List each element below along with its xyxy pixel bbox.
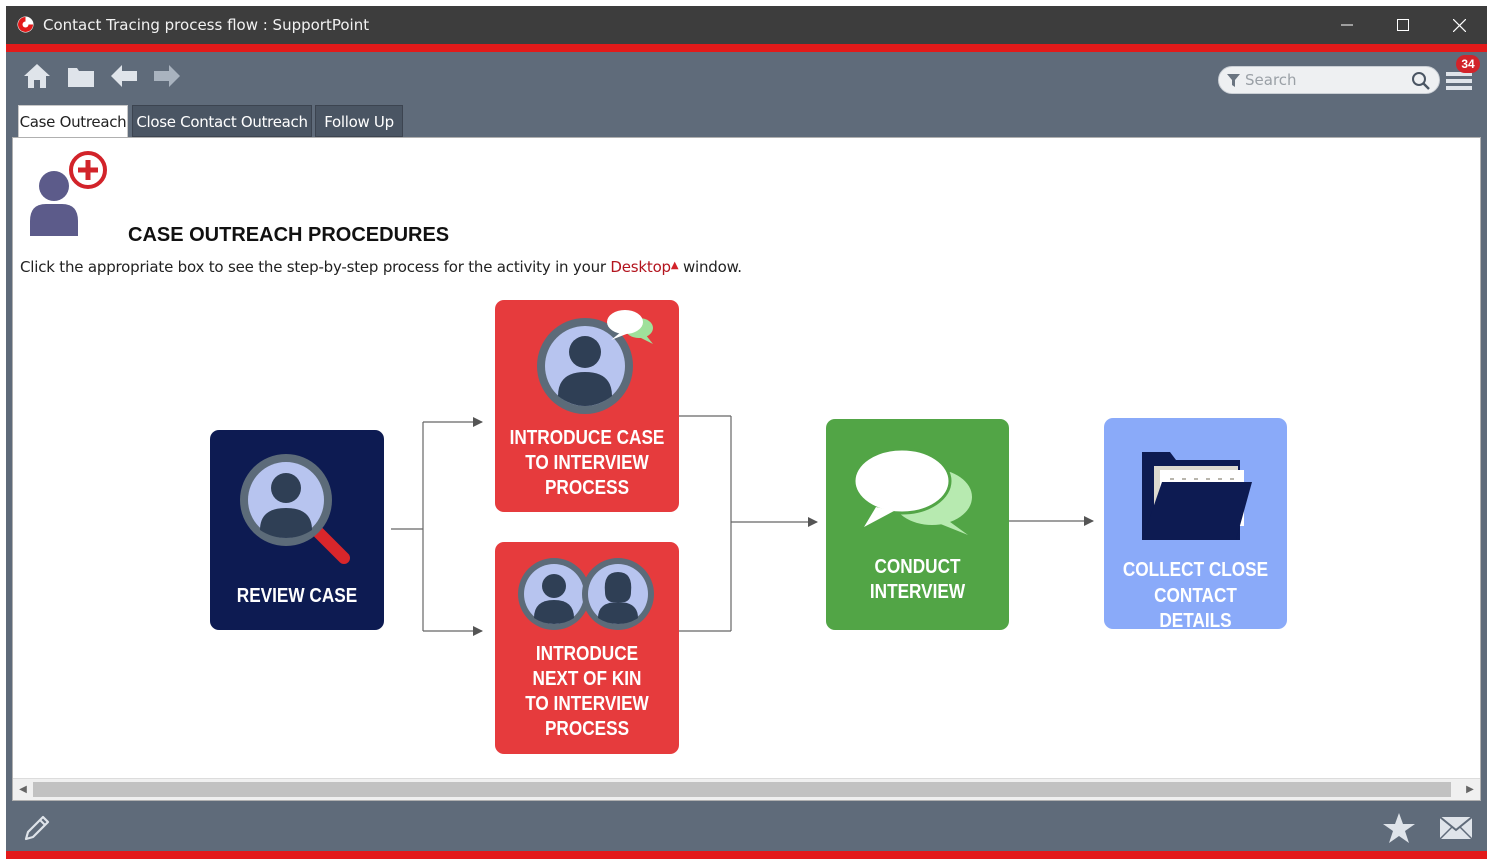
pencil-icon[interactable] [22, 813, 52, 843]
forward-arrow-icon[interactable] [152, 61, 182, 91]
mail-icon[interactable] [1439, 816, 1473, 840]
review-case-label: REVIEW CASE [236, 585, 358, 607]
content-panel: CASE OUTREACH PROCEDURES Click the appro… [12, 137, 1481, 801]
scroll-right-icon[interactable]: ▶ [1462, 781, 1478, 798]
introduce-case-label-line1: INTRODUCE CASE [509, 427, 665, 449]
maximize-icon [1397, 19, 1409, 31]
introduce-next-of-kin-box[interactable]: INTRODUCE NEXT OF KIN TO INTERVIEW PROCE… [495, 542, 679, 754]
person-chat-icon [537, 310, 653, 414]
collect-contacts-label-line2: CONTACT DETAILS [1154, 585, 1237, 632]
accent-stripe-bottom [6, 851, 1487, 859]
scrollbar-thumb[interactable] [33, 782, 1451, 797]
home-icon[interactable] [22, 61, 52, 91]
collect-close-contact-box[interactable]: COLLECT CLOSE CONTACT DETAILS [1104, 418, 1287, 632]
tab-close-contact-outreach[interactable]: Close Contact Outreach [132, 105, 312, 137]
conduct-interview-box[interactable]: CONDUCT INTERVIEW [826, 419, 1009, 630]
search-icon[interactable] [1411, 71, 1431, 91]
introduce-kin-label-line1: INTRODUCE [535, 643, 639, 665]
maximize-button[interactable] [1375, 6, 1431, 44]
magnifier-person-icon [240, 454, 350, 564]
accent-stripe-top [6, 44, 1487, 52]
introduce-case-label-line2: TO INTERVIEW [525, 452, 649, 474]
conduct-interview-label-line2: INTERVIEW [869, 581, 966, 603]
status-bar [6, 801, 1487, 851]
star-icon[interactable] [1382, 812, 1416, 844]
introduce-kin-label-line4: PROCESS [544, 718, 630, 740]
tab-follow-up[interactable]: Follow Up [315, 105, 403, 137]
search-input[interactable] [1245, 70, 1405, 90]
close-icon [1452, 18, 1466, 32]
tab-case-outreach[interactable]: Case Outreach [18, 105, 128, 139]
two-people-icon [518, 558, 654, 630]
search-box[interactable] [1218, 66, 1440, 94]
horizontal-scrollbar[interactable]: ◀ ▶ [13, 778, 1480, 800]
notification-badge[interactable]: 34 [1456, 55, 1480, 73]
introduce-kin-label-line2: NEXT OF KIN [532, 668, 642, 690]
review-case-box[interactable]: REVIEW CASE [210, 430, 384, 630]
tab-strip: Case Outreach Close Contact Outreach Fol… [6, 98, 1487, 139]
back-arrow-icon[interactable] [109, 61, 139, 91]
chat-bubbles-icon [852, 447, 972, 535]
open-folder-icon [1142, 452, 1252, 540]
folder-icon[interactable] [66, 61, 96, 91]
filter-icon[interactable] [1227, 74, 1240, 87]
introduce-case-label-line3: PROCESS [544, 477, 630, 499]
toolbar: 34 [6, 52, 1487, 98]
scroll-left-icon[interactable]: ◀ [15, 781, 31, 798]
minimize-button[interactable] [1319, 6, 1375, 44]
app-logo-icon [17, 16, 34, 33]
introduce-kin-label-line3: TO INTERVIEW [525, 693, 649, 715]
conduct-interview-label-line1: CONDUCT [874, 556, 961, 578]
introduce-case-box[interactable]: INTRODUCE CASE TO INTERVIEW PROCESS [495, 300, 679, 512]
close-button[interactable] [1431, 6, 1487, 44]
minimize-icon [1341, 24, 1353, 26]
title-bar: Contact Tracing process flow : SupportPo… [6, 6, 1487, 44]
window-title: Contact Tracing process flow : SupportPo… [43, 16, 370, 34]
app-window: Contact Tracing process flow : SupportPo… [6, 6, 1487, 859]
collect-contacts-label-line1: COLLECT CLOSE [1122, 559, 1269, 581]
